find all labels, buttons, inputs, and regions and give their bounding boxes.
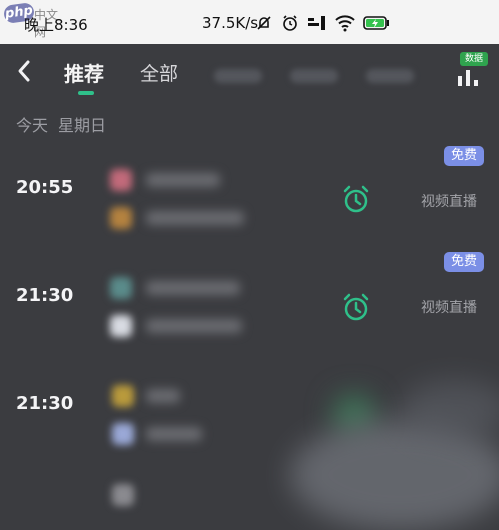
status-time: 晚上8:36	[24, 16, 88, 34]
wifi-icon	[335, 15, 355, 32]
team-logo	[110, 277, 132, 299]
net-speed: 37.5K/s	[202, 14, 259, 32]
schedule-row[interactable]: 免费 21:30 视频直播	[0, 251, 499, 359]
team-logo	[112, 385, 134, 407]
match-time: 20:55	[16, 177, 74, 198]
alarm-icon	[283, 15, 297, 31]
tab-all[interactable]: 全部	[140, 59, 178, 86]
status-bar: php 中文网 晚上8:36 37.5K/s	[0, 0, 499, 44]
team-logo	[110, 207, 132, 229]
broadcast-type: 视频直播	[421, 194, 477, 210]
team-logo	[110, 315, 132, 337]
broadcast-type: 视频直播	[421, 300, 477, 316]
blurred-tab[interactable]	[366, 69, 414, 83]
blurred-tab[interactable]	[290, 69, 338, 83]
date-day: 今天	[16, 116, 49, 135]
mute-icon	[257, 16, 271, 30]
top-nav: 推荐 全部 数据	[0, 44, 499, 102]
active-tab-indicator	[78, 91, 94, 95]
team-logo	[112, 484, 134, 506]
tab-recommended[interactable]: 推荐	[64, 58, 104, 87]
team-name	[146, 427, 202, 441]
free-badge: 免费	[444, 146, 484, 166]
team-logo	[112, 423, 134, 445]
team-name	[146, 319, 242, 333]
alarm-clock-icon[interactable]	[340, 183, 372, 215]
battery-charging-icon	[363, 16, 389, 30]
team-logo	[110, 169, 132, 191]
free-badge: 免费	[444, 252, 484, 272]
team-name	[146, 211, 244, 225]
match-time: 21:30	[16, 393, 74, 414]
back-arrow-icon[interactable]	[14, 57, 34, 85]
blurred-tab[interactable]	[214, 69, 262, 83]
schedule-row[interactable]: 免费 20:55 视频直播	[0, 143, 499, 251]
team-name	[146, 281, 240, 295]
status-icons	[255, 14, 391, 32]
team-name	[146, 389, 180, 403]
date-header: 今天 星期日	[16, 112, 106, 136]
team-name	[146, 173, 220, 187]
data-badge: 数据	[460, 52, 488, 66]
date-weekday: 星期日	[58, 116, 107, 135]
alarm-clock-icon[interactable]	[340, 291, 372, 323]
blurred-overlay	[400, 380, 499, 440]
match-time: 21:30	[16, 285, 74, 306]
hd-icon	[308, 16, 325, 30]
